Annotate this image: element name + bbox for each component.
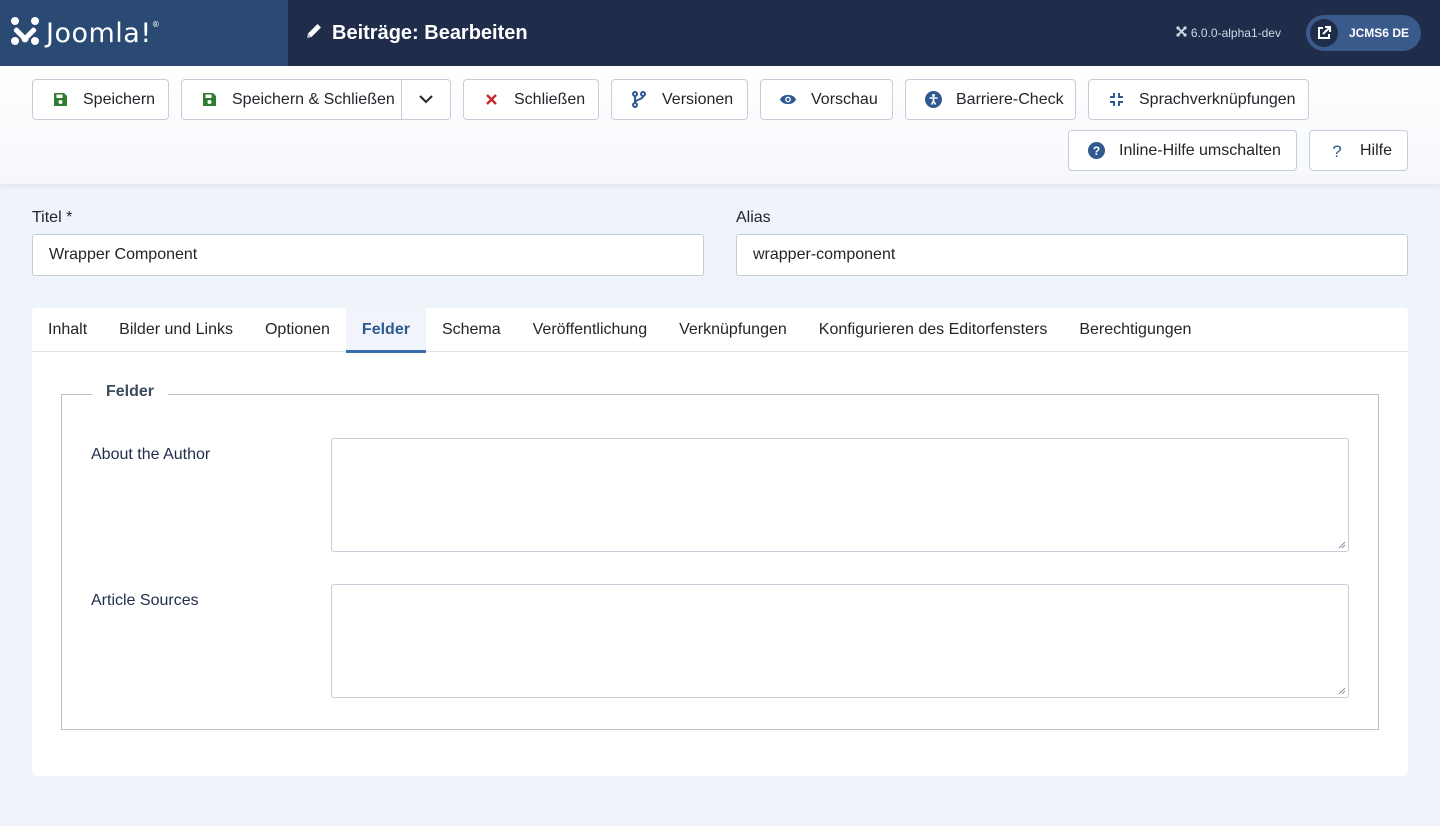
external-link-icon (1309, 19, 1338, 47)
version-text: 6.0.0-alpha1-dev (1190, 26, 1281, 40)
close-label: Schließen (514, 90, 586, 108)
eye-icon (779, 91, 797, 109)
tabs-card: Inhalt Bilder und Links Optionen Felder … (32, 308, 1408, 776)
tab-schema[interactable]: Schema (426, 308, 517, 352)
question-circle-icon: ? (1087, 142, 1105, 160)
tab-inhalt[interactable]: Inhalt (32, 308, 103, 352)
title-label: Titel * (32, 209, 73, 226)
alias-input[interactable]: wrapper-component (736, 234, 1408, 276)
save-icon (200, 91, 218, 109)
tab-berechtigungen[interactable]: Berechtigungen (1063, 308, 1207, 352)
save-close-button[interactable]: Speichern & Schließen (181, 79, 451, 120)
tab-verknuepfungen[interactable]: Verknüpfungen (663, 308, 803, 352)
logo-area[interactable]: Joomla!® (0, 0, 288, 66)
save-button[interactable]: Speichern (32, 79, 169, 120)
question-icon: ? (1328, 142, 1346, 160)
joomla-logo-icon (10, 16, 40, 51)
help-button[interactable]: ? Hilfe (1309, 130, 1408, 171)
resize-grip-icon[interactable] (1338, 687, 1346, 695)
site-button-label: JCMS6 DE (1348, 26, 1409, 40)
accessibility-check-button[interactable]: Barriere-Check (905, 79, 1076, 120)
inline-help-button[interactable]: ? Inline-Hilfe umschalten (1068, 130, 1297, 171)
joomla-mini-icon (1176, 26, 1187, 40)
save-close-label: Speichern & Schließen (232, 90, 395, 108)
help-label: Hilfe (1360, 141, 1393, 159)
close-icon (482, 91, 500, 109)
preview-button[interactable]: Vorschau (760, 79, 893, 120)
associations-label: Sprachverknüpfungen (1139, 90, 1296, 108)
pencil-icon (304, 21, 324, 46)
toolbar: Speichern Speichern & Schließen Schließe… (0, 66, 1440, 184)
accessibility-label: Barriere-Check (956, 90, 1064, 108)
save-label: Speichern (83, 90, 156, 108)
versions-label: Versionen (662, 90, 734, 108)
save-icon (51, 91, 69, 109)
app-header: Joomla!® Beiträge: Bearbeiten 6.0.0-alph… (0, 0, 1440, 66)
version-info: 6.0.0-alpha1-dev (1176, 26, 1281, 40)
tab-optionen[interactable]: Optionen (249, 308, 346, 352)
resize-grip-icon[interactable] (1338, 541, 1346, 549)
title-input[interactable]: Wrapper Component (32, 234, 704, 276)
svg-text:?: ? (1092, 144, 1099, 158)
code-branch-icon (630, 91, 648, 109)
page-title: Beiträge: Bearbeiten (332, 21, 528, 44)
fields-fieldset: Felder About the Author Article Sources (61, 383, 1379, 730)
svg-text:?: ? (1332, 142, 1341, 159)
chevron-down-icon[interactable] (401, 80, 450, 119)
versions-button[interactable]: Versionen (611, 79, 748, 120)
fieldset-legend: Felder (92, 383, 169, 401)
associations-button[interactable]: Sprachverknüpfungen (1088, 79, 1309, 120)
tab-veroeffentlichung[interactable]: Veröffentlichung (517, 308, 663, 352)
tab-bilder-und-links[interactable]: Bilder und Links (103, 308, 249, 352)
compress-icon (1107, 91, 1125, 109)
site-preview-button[interactable]: JCMS6 DE (1305, 15, 1421, 51)
about-author-label: About the Author (91, 446, 211, 463)
close-button[interactable]: Schließen (463, 79, 599, 120)
universal-access-icon (924, 91, 942, 109)
tab-bar: Inhalt Bilder und Links Optionen Felder … (32, 308, 1408, 353)
article-sources-textarea[interactable] (331, 584, 1349, 698)
logo-text: Joomla!® (46, 17, 161, 49)
alias-label: Alias (736, 209, 771, 226)
tab-editor-config[interactable]: Konfigurieren des Editorfensters (803, 308, 1064, 352)
preview-label: Vorschau (811, 90, 878, 108)
article-sources-label: Article Sources (91, 592, 199, 609)
trademark-mark: ® (151, 19, 161, 29)
about-author-textarea[interactable] (331, 438, 1349, 552)
tab-felder[interactable]: Felder (345, 308, 426, 353)
inline-help-label: Inline-Hilfe umschalten (1119, 141, 1281, 159)
